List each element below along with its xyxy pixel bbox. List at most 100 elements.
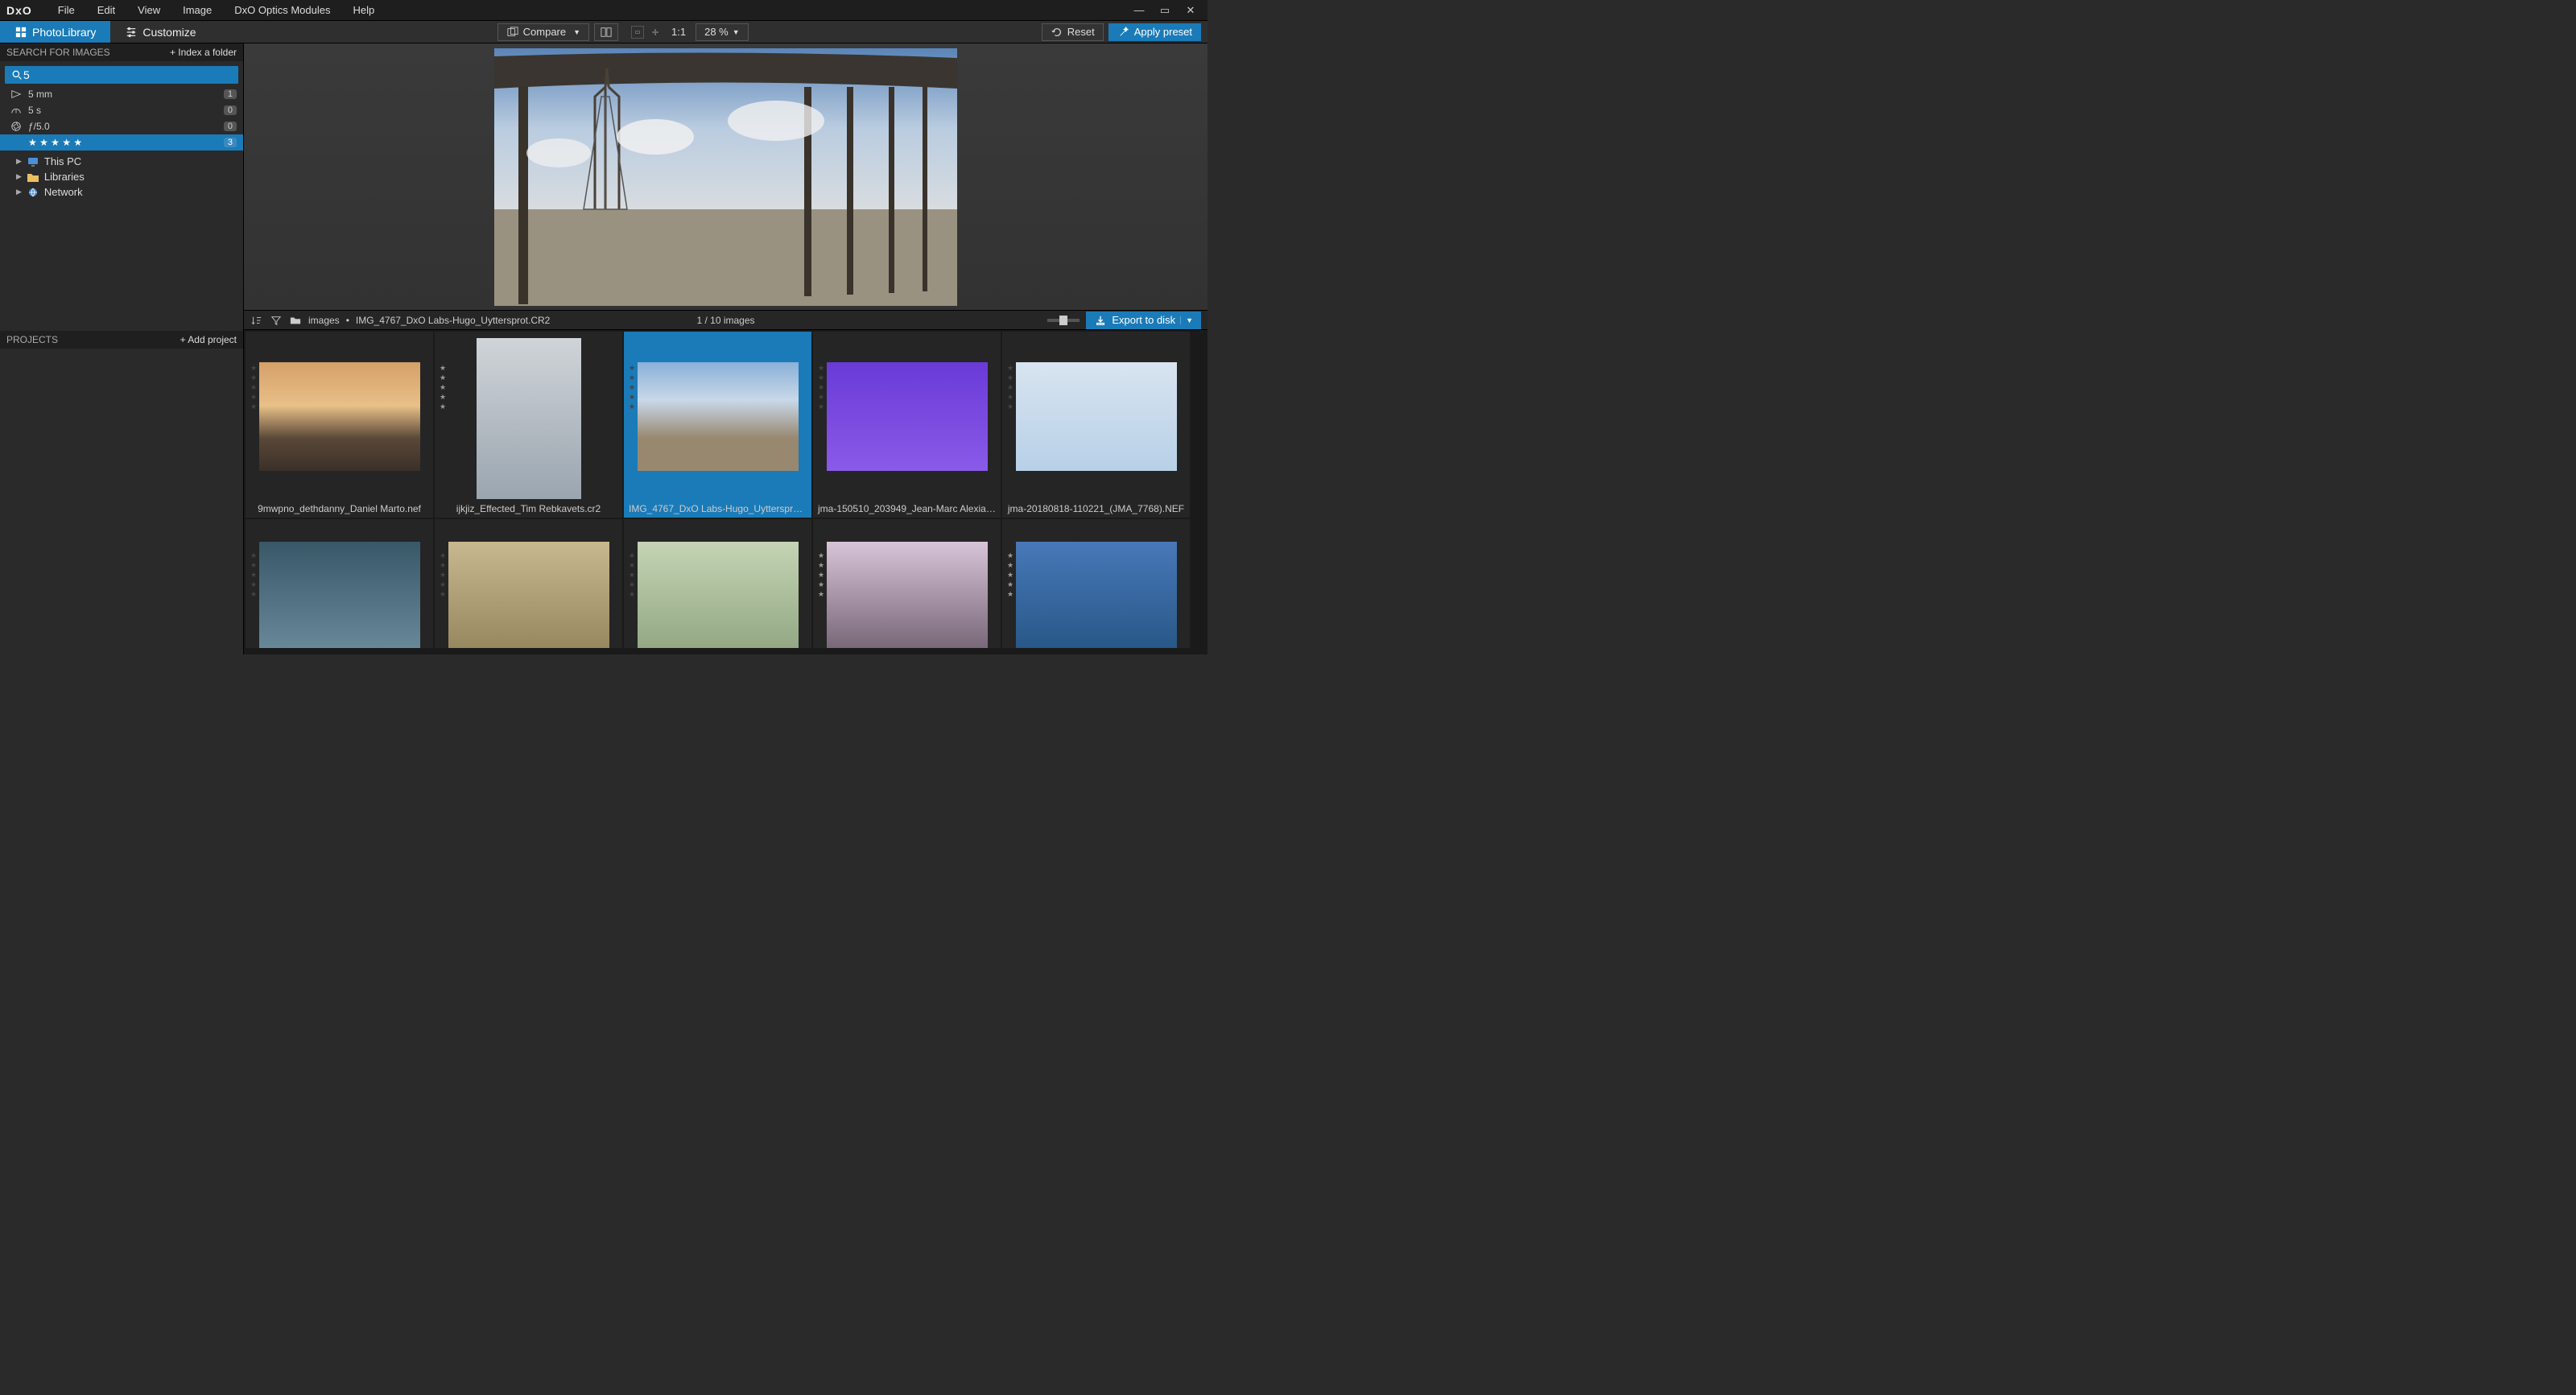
add-project-button[interactable]: + Add project — [180, 334, 237, 345]
minimize-icon[interactable]: — — [1133, 5, 1145, 16]
fit-icon[interactable] — [631, 26, 644, 39]
rating-stars[interactable]: ★★★★★ — [250, 364, 257, 411]
search-filters: 5 mm 1 5 s 0 ƒ/5.0 0 ★ ★ ★ ★ ★ 3 — [0, 86, 243, 151]
chevron-down-icon: ▼ — [573, 28, 580, 36]
filter-row[interactable]: 5 mm 1 — [0, 86, 243, 102]
rating-stars[interactable]: ★★★★★ — [440, 364, 446, 411]
tab-photolibrary[interactable]: PhotoLibrary — [0, 21, 110, 43]
right-area: images • IMG_4767_DxO Labs-Hugo_Uyttersp… — [244, 43, 1208, 654]
sliders-icon — [125, 26, 138, 39]
expand-icon[interactable]: ▶ — [16, 157, 22, 166]
filter-count: 1 — [224, 89, 237, 99]
filter-icon[interactable] — [270, 314, 283, 327]
aperture-icon — [10, 120, 23, 133]
rating-stars[interactable]: ★★★★★ — [818, 551, 824, 599]
net-icon — [27, 187, 39, 198]
projects-header: PROJECTS + Add project — [0, 331, 243, 349]
tree-item[interactable]: ▶ Libraries — [0, 169, 243, 184]
grid-icon — [14, 26, 27, 39]
compare-group: Compare ▼ — [491, 21, 625, 43]
compare-button[interactable]: Compare ▼ — [497, 23, 589, 41]
rating-stars[interactable]: ★★★★★ — [1007, 551, 1013, 599]
compare-label: Compare — [523, 26, 566, 38]
export-icon — [1094, 314, 1107, 327]
filter-row[interactable]: 5 s 0 — [0, 102, 243, 118]
rating-stars[interactable]: ★★★★★ — [818, 364, 824, 411]
window-controls: — ▭ ✕ — [1133, 5, 1201, 16]
apply-preset-button[interactable]: Apply preset — [1108, 23, 1201, 41]
close-icon[interactable]: ✕ — [1185, 5, 1196, 16]
main-toolbar: PhotoLibrary Customize Compare ▼ 1:1 28 … — [0, 21, 1208, 43]
menu-help[interactable]: Help — [341, 1, 386, 19]
tab-customize[interactable]: Customize — [110, 21, 210, 43]
search-box[interactable] — [5, 66, 238, 84]
menu-edit[interactable]: Edit — [86, 1, 126, 19]
thumb-image — [638, 362, 799, 471]
thumb-size-slider[interactable] — [1047, 319, 1080, 322]
reset-icon — [1051, 26, 1063, 39]
filter-row[interactable]: ƒ/5.0 0 — [0, 118, 243, 134]
menu-view[interactable]: View — [126, 1, 171, 19]
browser-folder[interactable]: images — [308, 315, 340, 326]
thumb-image — [827, 362, 988, 471]
search-icon — [10, 68, 23, 81]
app-logo: DxO — [6, 4, 32, 17]
tree-item[interactable]: ▶ This PC — [0, 154, 243, 169]
tree-label: This PC — [44, 155, 81, 167]
search-header: SEARCH FOR IMAGES + Index a folder — [0, 43, 243, 61]
thumbnail[interactable]: ★★★★★ — [624, 519, 811, 648]
export-button[interactable]: Export to disk ▼ — [1086, 312, 1201, 329]
thumb-image — [827, 542, 988, 648]
shutter-icon — [10, 104, 23, 117]
chevron-down-icon: ▼ — [1180, 316, 1193, 324]
path-separator: • — [346, 315, 349, 326]
export-label: Export to disk — [1112, 314, 1175, 326]
thumbnail[interactable]: ★★★★★ — [435, 519, 622, 648]
thumbnail[interactable]: ★★★★★ — [813, 519, 1001, 648]
split-icon — [600, 26, 613, 39]
thumb-image — [259, 362, 420, 471]
expand-icon[interactable]: ▶ — [16, 172, 22, 181]
thumbnail[interactable]: ★★★★★ — [1002, 519, 1190, 648]
chevron-down-icon: ▼ — [733, 28, 740, 36]
split-view-button[interactable] — [594, 23, 618, 41]
tree-item[interactable]: ▶ Network — [0, 184, 243, 200]
filter-row[interactable]: ★ ★ ★ ★ ★ 3 — [0, 134, 243, 151]
rating-stars[interactable]: ★★★★★ — [629, 551, 635, 599]
thumbnail[interactable]: ★★★★★ jma-150510_203949_Jean-Marc Alexia… — [813, 332, 1001, 518]
move-icon[interactable] — [649, 26, 662, 39]
preview-area[interactable] — [244, 43, 1208, 310]
sort-icon[interactable] — [250, 314, 263, 327]
rating-stars[interactable]: ★★★★★ — [250, 551, 257, 599]
stars-icon — [10, 136, 23, 149]
thumbnail[interactable]: ★★★★★ ijkjiz_Effected_Tim Rebkavets.cr2 — [435, 332, 622, 518]
thumbnail[interactable]: ★★★★★ jma-20180818-110221_(JMA_7768).NEF — [1002, 332, 1190, 518]
thumbnail-grid[interactable]: ★★★★★ 9mwpno_dethdanny_Daniel Marto.nef … — [244, 330, 1208, 654]
zoom-percent-button[interactable]: 28 % ▼ — [696, 23, 749, 41]
expand-icon[interactable]: ▶ — [16, 188, 22, 196]
thumbnail[interactable]: ★★★★★ IMG_4767_DxO Labs-Hugo_Uyttersprot… — [624, 332, 811, 518]
thumb-image — [477, 338, 581, 499]
menu-image[interactable]: Image — [171, 1, 223, 19]
rating-stars[interactable]: ★★★★★ — [1007, 364, 1013, 411]
zoom-11-button[interactable]: 1:1 — [667, 24, 691, 39]
tree-label: Libraries — [44, 171, 85, 183]
thumb-filename: jma-150510_203949_Jean-Marc Alexia.NEF — [813, 503, 1001, 514]
search-input[interactable] — [23, 68, 233, 81]
filter-label: ƒ/5.0 — [28, 121, 50, 132]
preview-image — [494, 48, 957, 306]
action-group: Reset Apply preset — [1035, 21, 1208, 43]
thumb-image — [638, 542, 799, 648]
rating-stars[interactable]: ★★★★★ — [440, 551, 446, 599]
reset-label: Reset — [1067, 26, 1095, 38]
rating-stars[interactable]: ★★★★★ — [629, 364, 635, 411]
maximize-icon[interactable]: ▭ — [1159, 5, 1170, 16]
menu-bar: DxO File Edit View Image DxO Optics Modu… — [0, 0, 1208, 21]
thumbnail[interactable]: ★★★★★ 9mwpno_dethdanny_Daniel Marto.nef — [246, 332, 433, 518]
menu-optics[interactable]: DxO Optics Modules — [223, 1, 341, 19]
reset-button[interactable]: Reset — [1042, 23, 1104, 41]
menu-file[interactable]: File — [47, 1, 86, 19]
thumbnail[interactable]: ★★★★★ — [246, 519, 433, 648]
index-folder-button[interactable]: + Index a folder — [170, 47, 237, 58]
thumb-filename: IMG_4767_DxO Labs-Hugo_Uyttersprot.CR2 — [624, 503, 811, 514]
